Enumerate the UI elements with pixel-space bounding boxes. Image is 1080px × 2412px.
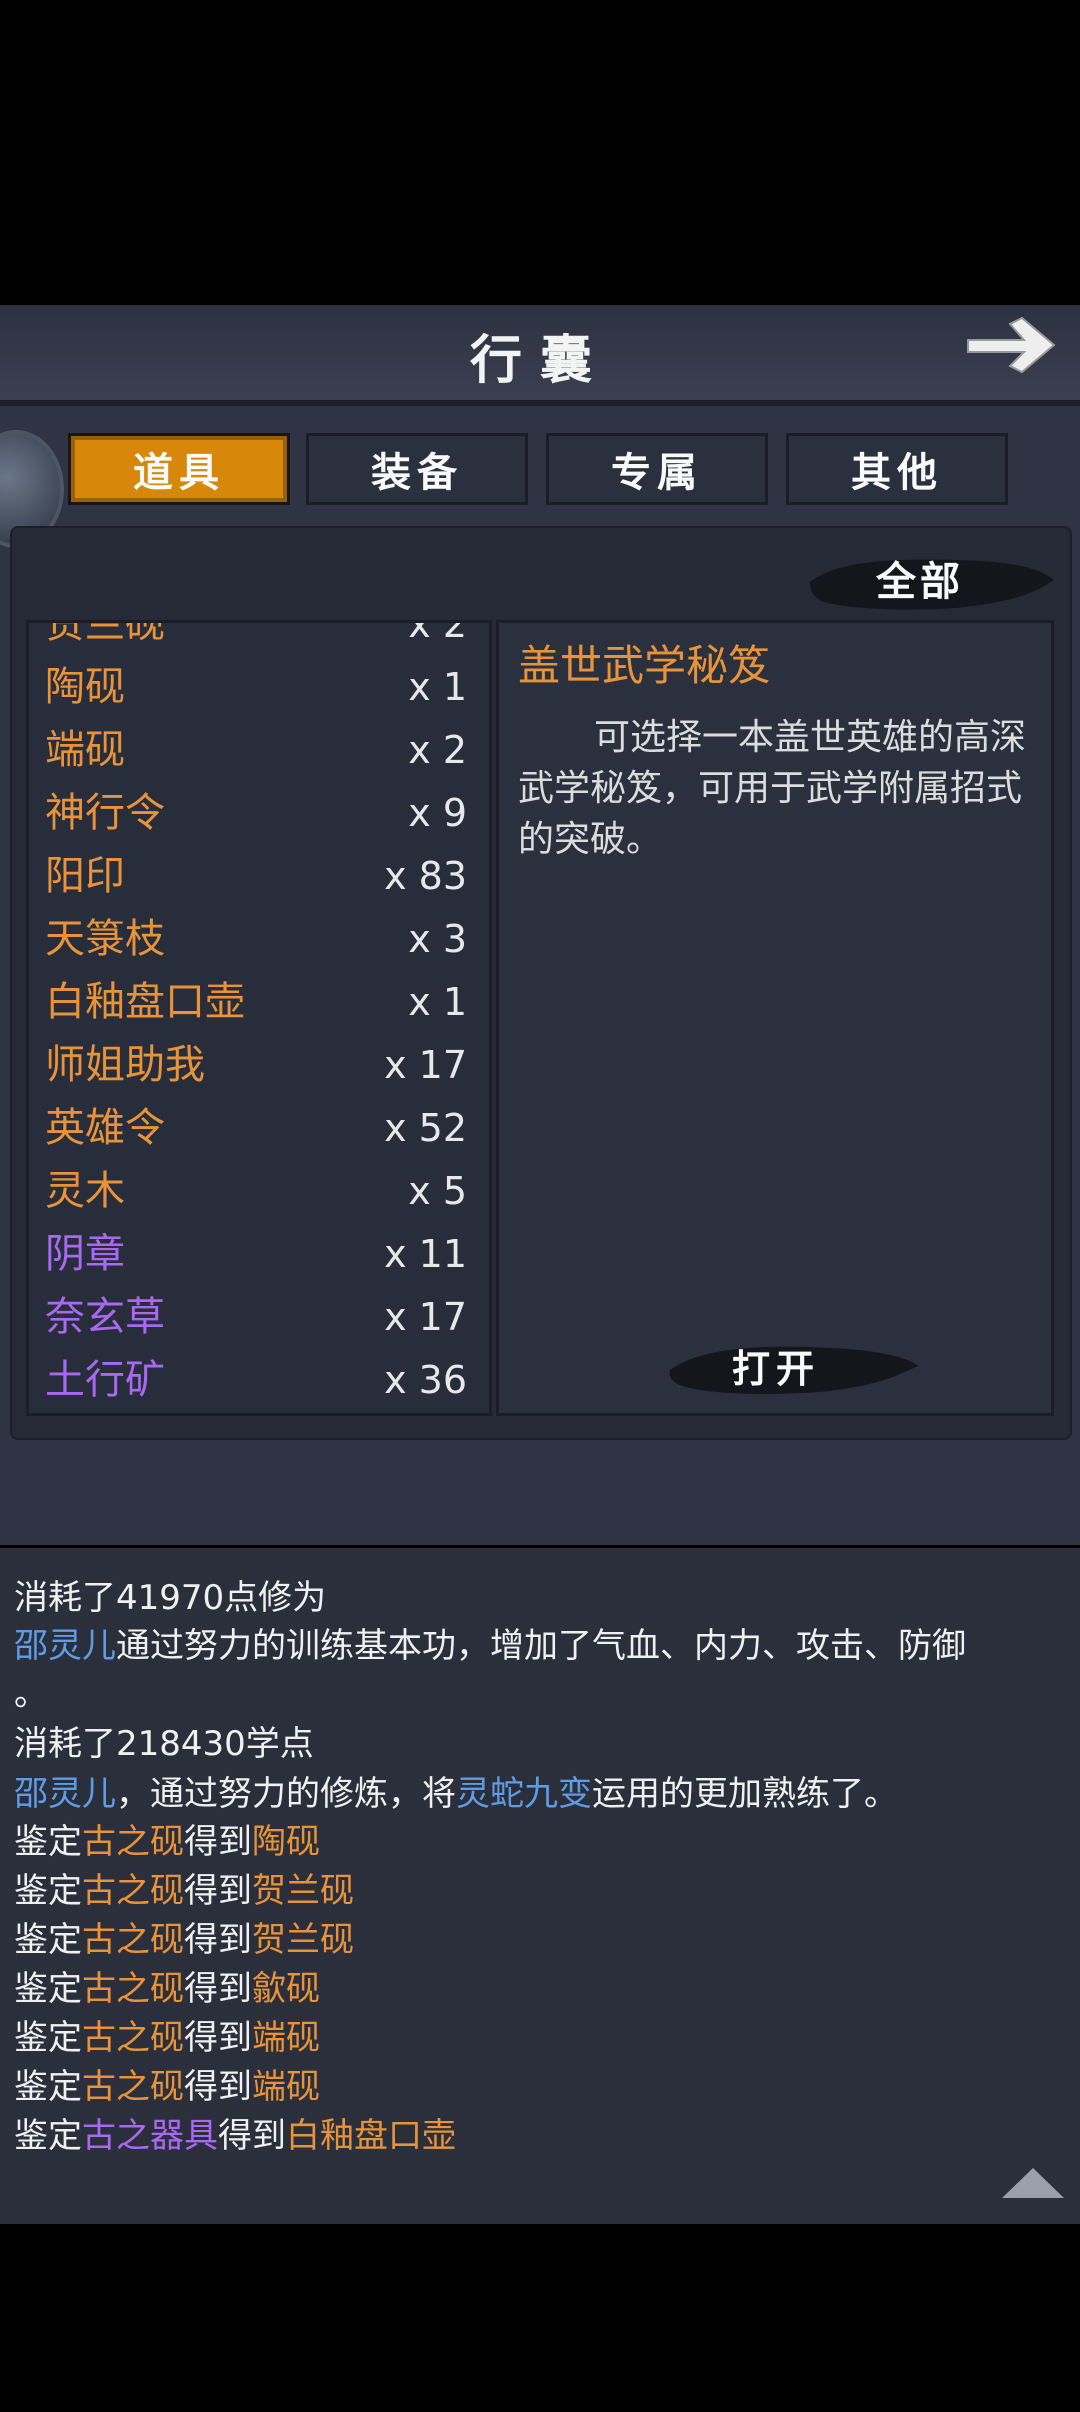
log-line-appraisal: 鉴定古之砚得到贺兰砚: [14, 1863, 354, 1912]
item-detail-description: 可选择一本盖世英雄的高深武学秘笈，可用于武学附属招式的突破。: [518, 717, 1027, 860]
source-item-name[interactable]: 古之砚: [82, 1920, 184, 1960]
log-line-appraisal: 鉴定古之砚得到端砚: [14, 2010, 320, 2059]
item-count: x 36: [384, 1358, 467, 1402]
arrow-right-icon: [967, 316, 1056, 374]
item-count: x 83: [384, 854, 467, 898]
tab-exclusive[interactable]: 专属: [546, 433, 768, 505]
item-name: 天箓枝: [45, 916, 165, 962]
item-detail-title: 盖世武学秘笈: [518, 641, 771, 690]
log-text: 鉴定: [14, 2116, 82, 2156]
log-line: 邵灵儿通过努力的训练基本功，增加了气血、内力、攻击、防御: [14, 1618, 966, 1667]
list-item[interactable]: 天箓枝 x 3: [29, 908, 489, 971]
result-item-name[interactable]: 陶砚: [252, 1822, 320, 1862]
item-count: x 2: [408, 620, 467, 646]
item-name: 神行令: [45, 790, 165, 836]
result-item-name[interactable]: 白釉盘口壶: [286, 2116, 456, 2156]
item-name: 灵木: [45, 1168, 125, 1214]
item-name: 阴章: [45, 1231, 125, 1277]
item-count: x 5: [408, 1169, 467, 1213]
log-text: 得到: [184, 1969, 252, 2009]
tab-items[interactable]: 道具: [68, 433, 290, 505]
list-item[interactable]: 端砚 x 2: [29, 719, 489, 782]
item-name: 陶砚: [45, 664, 125, 710]
source-item-name[interactable]: 古之器具: [82, 2116, 218, 2156]
log-line-appraisal: 鉴定古之砚得到陶砚: [14, 1814, 320, 1863]
source-item-name[interactable]: 古之砚: [82, 1871, 184, 1911]
source-item-name[interactable]: 古之砚: [82, 1969, 184, 2009]
list-item[interactable]: 奈玄草 x 17: [29, 1286, 489, 1349]
log-line: 。: [14, 1674, 48, 1714]
list-item[interactable]: 英雄令 x 52: [29, 1097, 489, 1160]
item-count: x 1: [408, 980, 467, 1024]
item-count: x 11: [384, 1232, 467, 1276]
log-line: 邵灵儿，通过努力的修炼，将灵蛇九变运用的更加熟练了。: [14, 1766, 898, 1815]
log-text: 鉴定: [14, 1920, 82, 1960]
log-text: 鉴定: [14, 2067, 82, 2107]
list-item[interactable]: 贺兰砚 x 2: [29, 620, 489, 656]
back-button[interactable]: [962, 310, 1062, 380]
log-text: 得到: [184, 1871, 252, 1911]
log-text: ，通过努力的修炼，将: [116, 1774, 456, 1814]
list-item[interactable]: 白釉盘口壶 x 1: [29, 971, 489, 1034]
item-name: 端砚: [45, 727, 125, 773]
log-text: 得到: [184, 2067, 252, 2107]
list-item[interactable]: 土行矿 x 36: [29, 1349, 489, 1412]
tab-other[interactable]: 其他: [786, 433, 1008, 505]
item-count: x 2: [408, 728, 467, 772]
character-name[interactable]: 邵灵儿: [14, 1626, 116, 1666]
result-item-name[interactable]: 端砚: [252, 2018, 320, 2058]
log-text: 鉴定: [14, 2018, 82, 2058]
message-log[interactable]: 消耗了41970点修为 邵灵儿通过努力的训练基本功，增加了气血、内力、攻击、防御…: [0, 1548, 1080, 2224]
log-line-appraisal: 鉴定古之砚得到贺兰砚: [14, 1912, 354, 1961]
log-line: 消耗了41970点修为: [14, 1578, 327, 1618]
source-item-name[interactable]: 古之砚: [82, 1822, 184, 1862]
list-item[interactable]: 陶砚 x 1: [29, 656, 489, 719]
skill-name[interactable]: 灵蛇九变: [456, 1774, 592, 1814]
list-item[interactable]: 灵木 x 5: [29, 1160, 489, 1223]
result-item-name[interactable]: 贺兰砚: [252, 1871, 354, 1911]
log-text: 通过努力的训练基本功，增加了气血、内力、攻击、防御: [116, 1626, 966, 1666]
source-item-name[interactable]: 古之砚: [82, 2018, 184, 2058]
item-name: 土行矿: [45, 1357, 165, 1403]
list-item[interactable]: 神行令 x 9: [29, 782, 489, 845]
log-line-appraisal: 鉴定古之器具得到白釉盘口壶: [14, 2108, 456, 2157]
item-count: x 17: [384, 1295, 467, 1339]
log-text: 鉴定: [14, 1871, 82, 1911]
item-name: 阳印: [45, 853, 125, 899]
item-name: 师姐助我: [45, 1042, 205, 1088]
open-button[interactable]: 打开: [660, 1336, 892, 1402]
log-line-appraisal: 鉴定古之砚得到端砚: [14, 2059, 320, 2108]
list-item[interactable]: 阴章 x 11: [29, 1223, 489, 1286]
log-text: 运用的更加熟练了。: [592, 1774, 898, 1814]
list-item[interactable]: 师姐助我 x 17: [29, 1034, 489, 1097]
log-text: 得到: [184, 2018, 252, 2058]
item-count: x 52: [384, 1106, 467, 1150]
log-text: 得到: [184, 1822, 252, 1862]
result-item-name[interactable]: 贺兰砚: [252, 1920, 354, 1960]
item-count: x 17: [384, 1043, 467, 1087]
item-list[interactable]: 贺兰砚 x 2 陶砚 x 1 端砚 x 2 神行令 x 9 阳印 x 83 天箓枝 x 3 白釉盘口壶 x…: [26, 620, 492, 1416]
filter-dropdown[interactable]: 全部: [840, 552, 1000, 612]
tab-equipment[interactable]: 装备: [306, 433, 528, 505]
log-text: 得到: [184, 1920, 252, 1960]
item-count: x 9: [408, 791, 467, 835]
source-item-name[interactable]: 古之砚: [82, 2067, 184, 2107]
item-count: x 1: [408, 665, 467, 709]
item-name: 白釉盘口壶: [45, 979, 245, 1025]
item-name: 英雄令: [45, 1105, 165, 1151]
log-line-appraisal: 鉴定古之砚得到歙砚: [14, 1961, 320, 2010]
log-line: 消耗了218430学点: [14, 1724, 314, 1764]
window-title: 行囊: [469, 330, 610, 391]
item-count: x 3: [408, 917, 467, 961]
log-text: 鉴定: [14, 1969, 82, 2009]
result-item-name[interactable]: 歙砚: [252, 1969, 320, 2009]
result-item-name[interactable]: 端砚: [252, 2067, 320, 2107]
log-text: 得到: [218, 2116, 286, 2156]
list-item[interactable]: 阳印 x 83: [29, 845, 489, 908]
log-text: 鉴定: [14, 1822, 82, 1862]
item-name: 奈玄草: [45, 1294, 165, 1340]
item-name: 贺兰砚: [45, 620, 165, 647]
triangle-up-icon[interactable]: [1000, 2164, 1066, 2200]
character-name[interactable]: 邵灵儿: [14, 1774, 116, 1814]
